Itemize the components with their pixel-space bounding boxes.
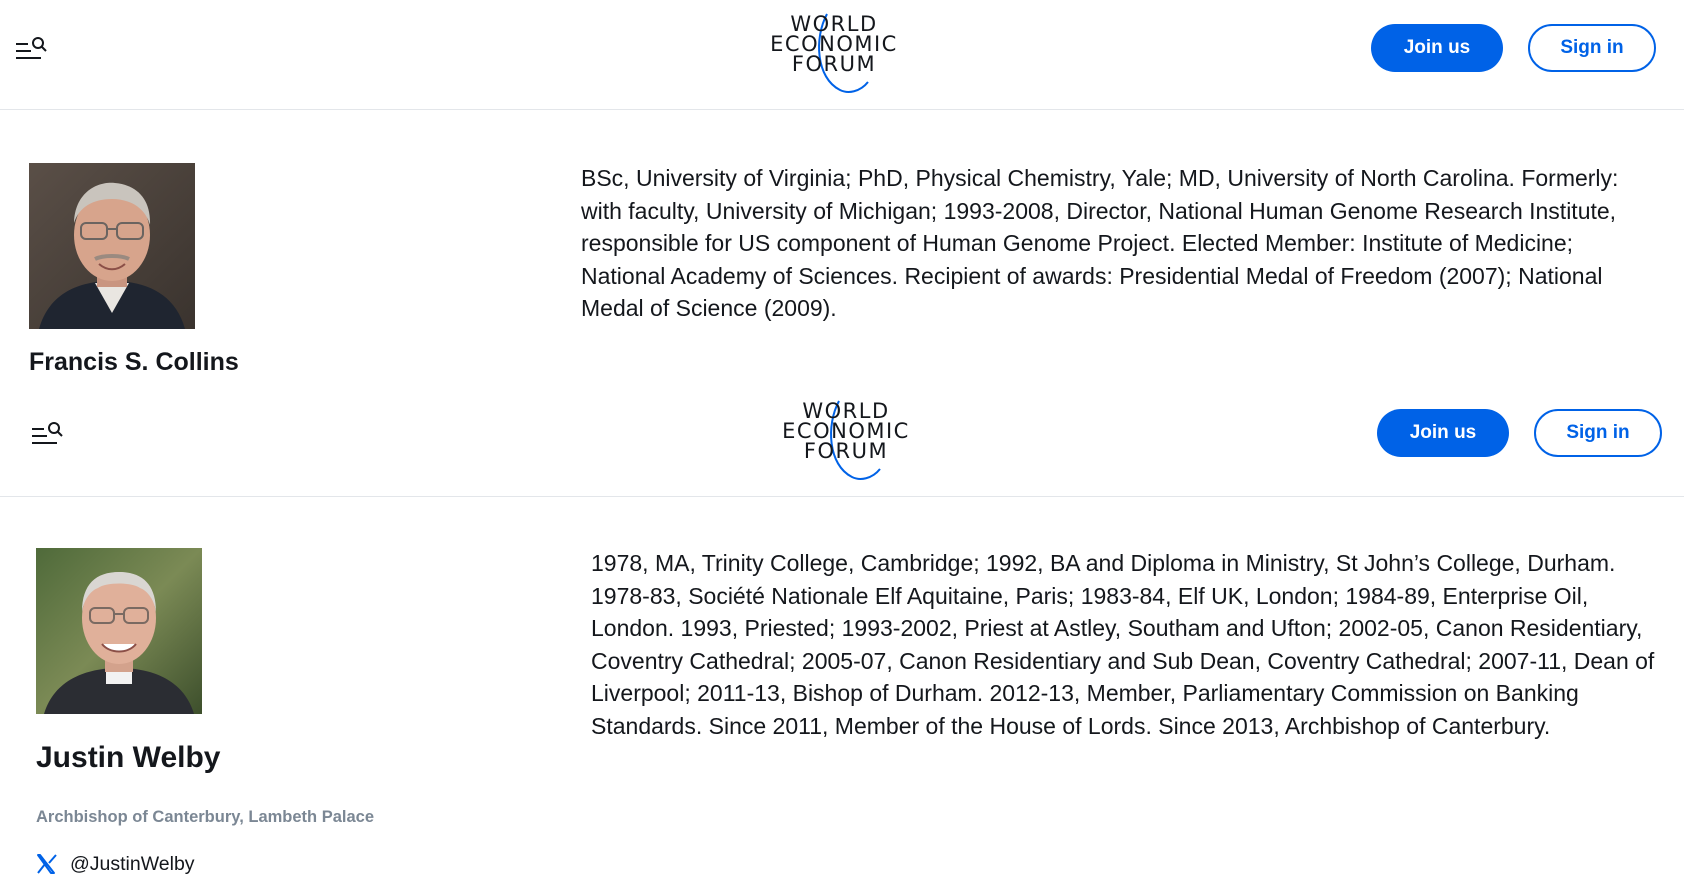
join-us-button[interactable]: Join us <box>1377 409 1509 457</box>
twitter-handle: @JustinWelby <box>70 852 195 875</box>
join-us-button[interactable]: Join us <box>1371 24 1503 72</box>
logo-line-1: WORLD <box>802 399 890 423</box>
logo-line-3: FORUM <box>791 52 877 76</box>
menu-search-icon <box>32 422 63 444</box>
logo-line-2: ECONOMIC <box>782 419 910 443</box>
sign-in-button[interactable]: Sign in <box>1528 24 1656 72</box>
profile-photo <box>29 163 195 329</box>
site-header: WORLD ECONOMIC FORUM Join us Sign in <box>0 0 1684 110</box>
menu-search-button[interactable] <box>15 36 49 64</box>
twitter-link[interactable]: @JustinWelby <box>36 851 195 877</box>
site-header: WORLD ECONOMIC FORUM Join us Sign in <box>0 385 1684 497</box>
logo-line-2: ECONOMIC <box>770 32 898 56</box>
profile-photo <box>36 548 202 714</box>
profile-bio: 1978, MA, Trinity College, Cambridge; 19… <box>591 550 1655 739</box>
profile-name[interactable]: Justin Welby <box>36 741 220 775</box>
logo-line-1: WORLD <box>790 12 878 36</box>
wef-logo[interactable]: WORLD ECONOMIC FORUM <box>776 395 916 485</box>
logo-line-3: FORUM <box>803 439 889 463</box>
wef-logo[interactable]: WORLD ECONOMIC FORUM <box>764 8 904 98</box>
profile-bio: BSc, University of Virginia; PhD, Physic… <box>581 165 1619 322</box>
menu-search-button[interactable] <box>31 421 65 449</box>
menu-search-icon <box>16 37 47 59</box>
x-logo-icon <box>37 854 57 874</box>
profile-name[interactable]: Francis S. Collins <box>29 348 239 377</box>
profile-title: Archbishop of Canterbury, Lambeth Palace <box>36 808 375 826</box>
sign-in-button[interactable]: Sign in <box>1534 409 1662 457</box>
